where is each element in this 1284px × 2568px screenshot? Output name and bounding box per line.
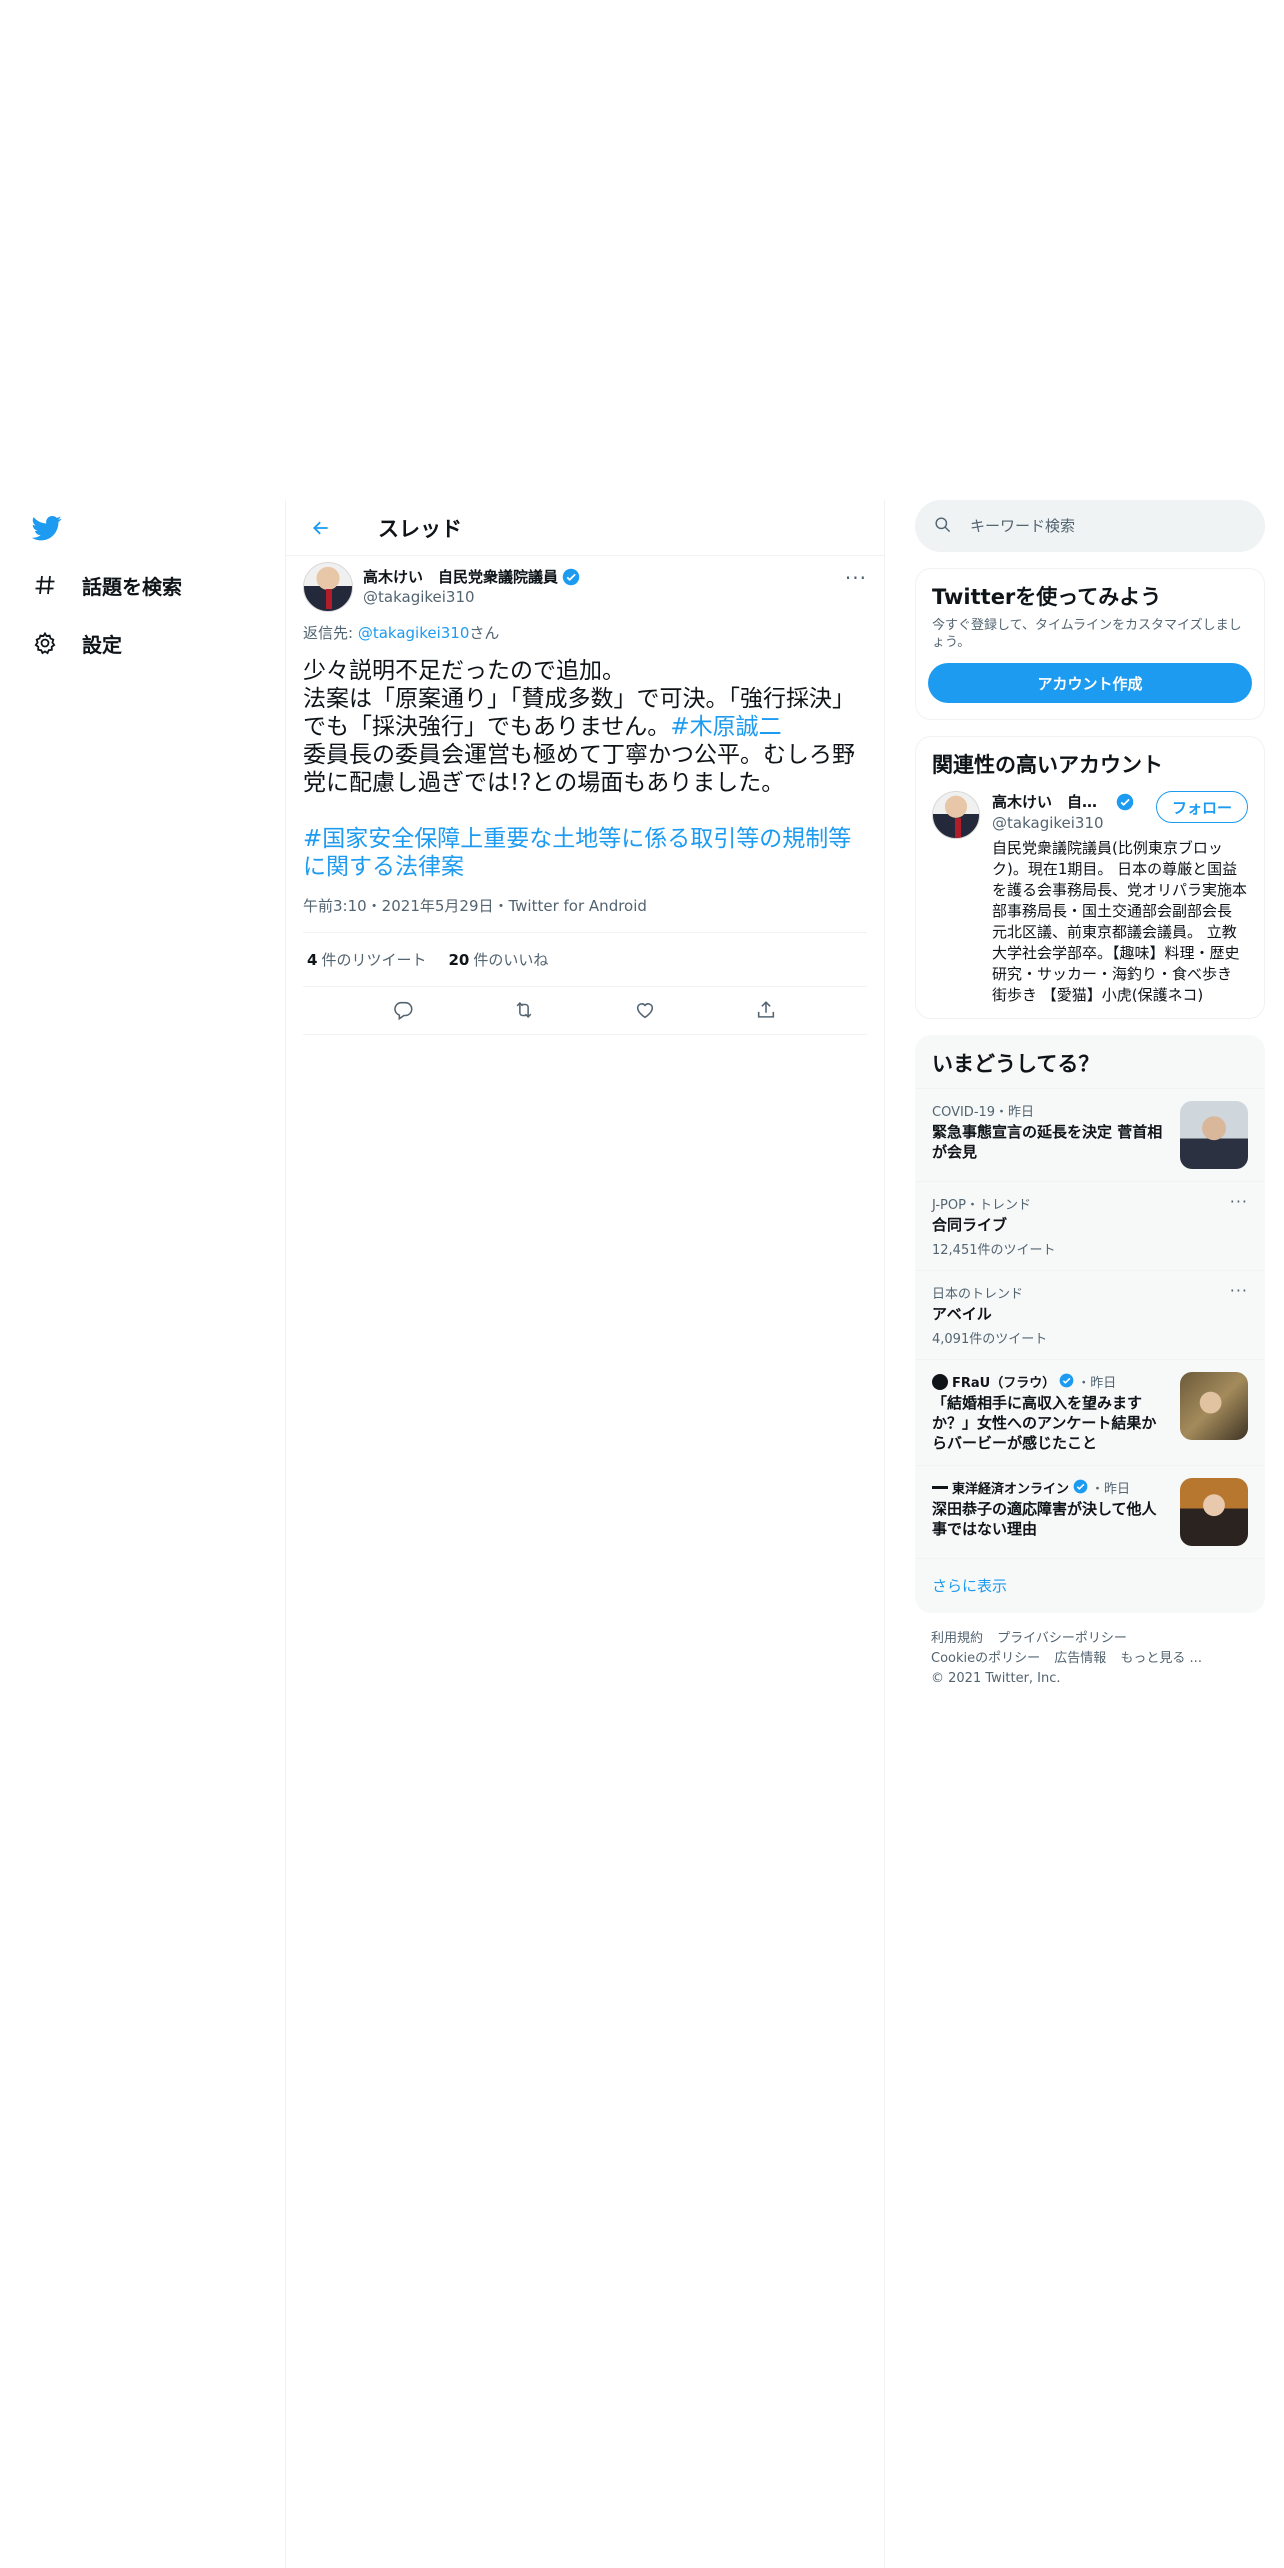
trend-item[interactable]: FRaU（フラウ） ・昨日 「結婚相手に高収入を望みますか？」女性へのアンケート… [916,1359,1264,1465]
more-icon[interactable]: ··· [1230,1192,1248,1211]
verified-badge-icon [1116,793,1134,811]
show-more-link[interactable]: さらに表示 [916,1558,1264,1612]
tweet-stats: 4 件のリツイート 20 件のいいね [303,933,867,987]
signup-card: Twitterを使ってみよう 今すぐ登録して、タイムラインをカスタマイズしましょ… [915,568,1265,720]
signup-subtitle: 今すぐ登録して、タイムラインをカスタマイズしましょう。 [932,618,1242,650]
related-accounts-card: 関連性の高いアカウント 高木けい 自民党衆議院議員 @takagikei310 … [915,736,1265,1019]
trend-source: 東洋経済オンライン [952,1482,1070,1497]
related-user[interactable]: 高木けい 自民党衆議院議員 @takagikei310 フォロー 自民党衆議院議… [916,779,1264,1018]
avatar[interactable] [303,562,353,612]
trend-source: FRaU（フラウ） [952,1376,1056,1391]
more-icon[interactable]: ··· [845,566,867,590]
share-icon[interactable] [755,999,779,1023]
more-icon[interactable]: ··· [1230,1281,1248,1300]
trend-context: 日本のトレンド [932,1287,1024,1302]
reply-to: 返信先: @takagikei310さん [303,622,867,643]
ads-link[interactable]: 広告情報 [1054,1651,1106,1666]
author-name[interactable]: 高木けい 自民党衆議院議員 [363,567,558,587]
avatar[interactable] [932,791,980,839]
trend-context: J-POP・トレンド [932,1198,1031,1213]
trend-count: 12,451件のツイート [932,1243,1056,1258]
footer: 利用規約 プライバシーポリシー Cookieのポリシー 広告情報 もっと見る .… [915,1613,1265,1705]
retweet-label: 件のリツイート [321,951,427,969]
verified-badge-icon [1059,1373,1077,1391]
nav-explore[interactable]: 話題を検索 [32,565,182,605]
trend-title: 合同ライブ [932,1216,1008,1234]
trend-title: 「結婚相手に高収入を望みますか？」女性へのアンケート結果からバービーが感じたこと [932,1394,1157,1452]
trend-thumbnail [1180,1478,1248,1546]
tweet-author[interactable]: 高木けい 自民党衆議院議員 @takagikei310 [303,556,867,618]
trend-thumbnail [1180,1372,1248,1440]
hashtag-link[interactable]: #国家安全保障上重要な土地等に係る取引等の規制等に関する法律案 [303,826,851,880]
trends-title: いまどうしてる？ [932,1052,1100,1076]
author-handle[interactable]: @takagikei310 [363,587,580,607]
terms-link[interactable]: 利用規約 [931,1631,983,1646]
trends-card: いまどうしてる？ COVID-19・昨日 緊急事態宣言の延長を決定 菅首相が会見… [915,1035,1265,1613]
trend-time: ・昨日 [1091,1482,1131,1497]
verified-badge-icon [562,568,580,586]
nav-settings-label: 設定 [82,632,122,657]
source-logo-icon [932,1373,948,1390]
search-icon [933,515,952,538]
trend-title: 緊急事態宣言の延長を決定 菅首相が会見 [932,1123,1163,1161]
nav-settings[interactable]: 設定 [32,623,122,663]
trend-item[interactable]: COVID-19・昨日 緊急事態宣言の延長を決定 菅首相が会見 [916,1088,1264,1181]
more-link[interactable]: もっと見る ... [1120,1651,1202,1666]
reply-icon[interactable] [392,999,416,1023]
tweet-actions [303,987,867,1035]
reply-to-prefix: 返信先: [303,624,358,642]
like-stat[interactable]: 20 件のいいね [448,949,548,970]
like-count: 20 [448,951,470,969]
tweet-text: 少々説明不足だったので追加。 法案は「原案通り」「賛成多数」で可決。「強行採決」… [303,657,867,881]
verified-badge-icon [1073,1479,1091,1497]
right-sidebar: Twitterを使ってみよう 今すぐ登録して、タイムラインをカスタマイズしましょ… [915,500,1265,1705]
hashtag-icon [32,572,58,598]
retweet-count: 4 [307,951,318,969]
twitter-logo-icon[interactable] [30,513,64,543]
gear-icon [32,630,58,656]
related-title: 関連性の高いアカウント [932,753,1163,777]
back-arrow-icon[interactable] [306,513,336,543]
signup-title: Twitterを使ってみよう [932,585,1162,609]
search-box[interactable] [915,500,1265,552]
page-title: スレッド [378,516,462,541]
search-input[interactable] [970,517,1230,535]
related-user-handle[interactable]: @takagikei310 [992,814,1134,832]
trend-time: ・昨日 [1077,1376,1117,1391]
tweet-timestamp[interactable]: 午前3:10・2021年5月29日・Twitter for Android [303,895,867,933]
nav-explore-label: 話題を検索 [82,574,182,599]
tweet-text-line: 委員長の委員会運営も極めて丁寧かつ公平。むしろ野党に配慮し過ぎでは!?との場面も… [303,742,855,796]
trend-item[interactable]: 日本のトレンド アベイル 4,091件のツイート ··· [916,1270,1264,1359]
tweet: 高木けい 自民党衆議院議員 @takagikei310 ··· 返信先: @ta… [286,556,884,1035]
related-user-name[interactable]: 高木けい 自民党衆議院議員 [992,791,1112,812]
like-label: 件のいいね [473,951,549,969]
tweet-text-line: 少々説明不足だったので追加。 [303,658,625,684]
main-header: スレッド [286,500,884,556]
trend-context: COVID-19・昨日 [932,1105,1035,1120]
copyright: © 2021 Twitter, Inc. [931,1671,1061,1686]
trend-thumbnail [1180,1101,1248,1169]
privacy-link[interactable]: プライバシーポリシー [997,1631,1127,1646]
hashtag-link[interactable]: #木原誠二 [670,714,781,740]
trend-count: 4,091件のツイート [932,1332,1048,1347]
trend-title: 深田恭子の適応障害が決して他人事ではない理由 [932,1500,1157,1538]
reply-to-suffix: さん [469,624,500,642]
follow-button[interactable]: フォロー [1155,791,1248,823]
create-account-button[interactable]: アカウント作成 [928,663,1252,703]
retweet-stat[interactable]: 4 件のリツイート [307,949,426,970]
trend-item[interactable]: J-POP・トレンド 合同ライブ 12,451件のツイート ··· [916,1181,1264,1270]
related-user-bio: 自民党衆議院議員(比例東京ブロック)。現在1期目。 日本の尊厳と国益を護る会事務… [992,839,1248,1004]
retweet-icon[interactable] [513,999,537,1023]
reply-to-mention[interactable]: @takagikei310 [358,624,470,642]
like-icon[interactable] [634,999,658,1023]
cookie-link[interactable]: Cookieのポリシー [931,1651,1040,1666]
source-logo-icon [932,1486,948,1489]
trend-item[interactable]: 東洋経済オンライン ・昨日 深田恭子の適応障害が決して他人事ではない理由 [916,1465,1264,1558]
trend-title: アベイル [932,1305,992,1323]
main-column: スレッド 高木けい 自民党衆議院議員 @takagikei310 ··· 返信先… [285,500,885,2568]
